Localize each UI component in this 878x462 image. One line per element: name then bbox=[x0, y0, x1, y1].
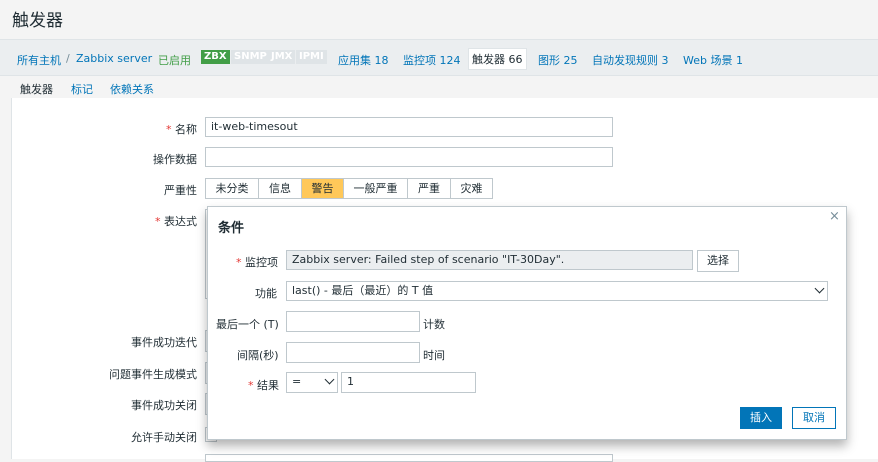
function-label: 功能 bbox=[255, 287, 277, 300]
manual-close-label: 允许手动关闭 bbox=[131, 431, 197, 444]
tab-dependencies[interactable]: 依赖关系 bbox=[110, 81, 154, 97]
interval-input[interactable] bbox=[286, 342, 420, 363]
name-input[interactable]: it-web-timesout bbox=[205, 117, 613, 137]
breadcrumb-host[interactable]: Zabbix server bbox=[76, 52, 152, 65]
problem-mode-label: 问题事件生成模式 bbox=[109, 368, 197, 381]
ok-close-label: 事件成功关闭 bbox=[131, 399, 197, 412]
chevron-down-icon bbox=[324, 374, 335, 385]
cancel-button[interactable]: 取消 bbox=[792, 407, 836, 429]
result-operator-select[interactable]: = bbox=[286, 372, 338, 393]
zbx-availability-badge: ZBX bbox=[201, 50, 230, 64]
severity-high[interactable]: 严重 bbox=[407, 178, 451, 199]
host-status[interactable]: 已启用 bbox=[158, 52, 191, 68]
page-title: 触发器 bbox=[12, 11, 63, 31]
interval-unit: 时间 bbox=[423, 349, 445, 362]
ok-event-label: 事件成功迭代 bbox=[131, 336, 197, 349]
chevron-down-icon bbox=[814, 283, 825, 294]
interval-label: 间隔(秒) bbox=[237, 349, 279, 362]
tab-tags[interactable]: 标记 bbox=[71, 81, 93, 97]
url-input[interactable] bbox=[205, 454, 613, 462]
last-unit: 计数 bbox=[423, 318, 445, 331]
select-button[interactable]: 选择 bbox=[697, 250, 739, 272]
severity-disaster[interactable]: 灾难 bbox=[450, 178, 493, 199]
breadcrumb-all-hosts[interactable]: 所有主机 bbox=[17, 52, 61, 68]
expression-label: * 表达式 bbox=[155, 215, 197, 228]
severity-not-classified[interactable]: 未分类 bbox=[205, 178, 259, 199]
result-label: * 结果 bbox=[248, 379, 279, 392]
breadcrumb-applications[interactable]: 应用集 18 bbox=[338, 52, 389, 68]
function-select[interactable]: last() - 最后（最近）的 T 值 bbox=[286, 281, 828, 301]
severity-label: 严重性 bbox=[164, 184, 197, 197]
result-value-input[interactable]: 1 bbox=[341, 372, 476, 393]
breadcrumb-discovery[interactable]: 自动发现规则 3 bbox=[592, 52, 669, 68]
breadcrumb-separator: / bbox=[66, 52, 70, 65]
snmp-availability-badge: SNMP bbox=[231, 50, 270, 64]
severity-average[interactable]: 一般严重 bbox=[343, 178, 408, 199]
breadcrumb-graphs[interactable]: 图形 25 bbox=[538, 52, 578, 68]
jmx-availability-badge: JMX bbox=[268, 50, 296, 64]
breadcrumb-items[interactable]: 监控项 124 bbox=[403, 52, 461, 68]
close-icon[interactable]: × bbox=[829, 209, 840, 224]
name-label: * 名称 bbox=[166, 123, 197, 136]
opdata-label: 操作数据 bbox=[153, 153, 197, 166]
last-label: 最后一个 (T) bbox=[216, 318, 279, 331]
severity-warning[interactable]: 警告 bbox=[301, 178, 344, 199]
dialog-title: 条件 bbox=[218, 221, 245, 236]
ipmi-availability-badge: IPMI bbox=[296, 50, 327, 64]
function-select-value: last() - 最后（最近）的 T 值 bbox=[292, 284, 434, 297]
item-label: * 监控项 bbox=[236, 256, 278, 269]
result-operator-value: = bbox=[292, 375, 302, 388]
breadcrumb-triggers[interactable]: 触发器 66 bbox=[468, 48, 527, 70]
severity-information[interactable]: 信息 bbox=[258, 178, 302, 199]
opdata-input[interactable] bbox=[205, 147, 613, 167]
item-input: Zabbix server: Failed step of scenario "… bbox=[286, 250, 693, 270]
last-input[interactable] bbox=[286, 311, 420, 332]
insert-button[interactable]: 插入 bbox=[740, 407, 782, 429]
breadcrumb-web[interactable]: Web 场景 1 bbox=[683, 52, 743, 68]
